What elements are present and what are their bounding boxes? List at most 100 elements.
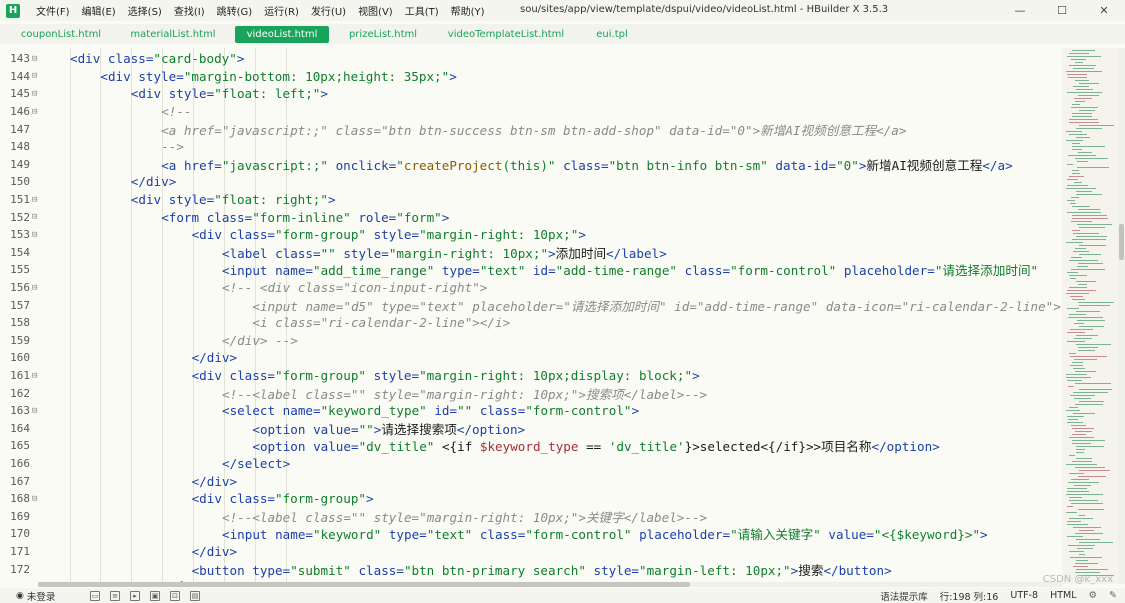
code-line[interactable]: 144 ⊟ <div style="margin-bottom: 10px;heig… <box>0 68 1062 86</box>
output-icon[interactable]: ⊡ <box>170 590 180 601</box>
line-number[interactable]: 152 <box>0 211 30 224</box>
fold-toggle-icon[interactable]: ⊟ <box>32 89 40 98</box>
code-line[interactable]: 150 </div> <box>0 173 1062 191</box>
code-line[interactable]: 157 <input name="d5" type="text" placehol… <box>0 296 1062 314</box>
code-line[interactable]: 155 <input name="add_time_range" type="te… <box>0 261 1062 279</box>
fold-toggle-icon[interactable]: ⊟ <box>32 195 40 204</box>
fold-toggle-icon[interactable]: ⊟ <box>32 283 40 292</box>
minimap[interactable] <box>1062 48 1118 584</box>
line-number[interactable]: 150 <box>0 175 30 188</box>
code-line[interactable]: 158 <i class="ri-calendar-2-line"></i> <box>0 314 1062 332</box>
code-line[interactable]: 148 --> <box>0 138 1062 156</box>
console-icon[interactable]: ▣ <box>150 590 160 601</box>
line-number[interactable]: 148 <box>0 140 30 153</box>
horizontal-scroll-thumb[interactable] <box>38 582 690 587</box>
code-line[interactable]: 149 <a href="javascript:;" onclick="creat… <box>0 156 1062 174</box>
code-line[interactable]: 156 ⊟ <!-- <div class="icon-input-right"> <box>0 279 1062 297</box>
line-number[interactable]: 153 <box>0 228 30 241</box>
code-line[interactable]: 146 ⊟ <!-- <box>0 103 1062 121</box>
line-number[interactable]: 149 <box>0 158 30 171</box>
code-line[interactable]: 166 </select> <box>0 455 1062 473</box>
line-number[interactable]: 155 <box>0 263 30 276</box>
menu-item[interactable]: 视图(V) <box>352 3 399 18</box>
fold-toggle-icon[interactable]: ⊟ <box>32 406 40 415</box>
code-line[interactable]: 161 ⊟ <div class="form-group" style="margi… <box>0 367 1062 385</box>
line-number[interactable]: 159 <box>0 334 30 347</box>
fold-toggle-icon[interactable]: ⊟ <box>32 54 40 63</box>
code-line[interactable]: 170 <input name="keyword" type="text" cla… <box>0 525 1062 543</box>
document-icon[interactable]: ≡ <box>110 590 120 601</box>
code-editor[interactable]: 143 ⊟ <div class="card-body"> 144 ⊟ <div styl… <box>0 48 1062 584</box>
menu-item[interactable]: 编辑(E) <box>76 3 122 18</box>
line-number[interactable]: 146 <box>0 105 30 118</box>
fold-toggle-icon[interactable]: ⊟ <box>32 107 40 116</box>
code-line[interactable]: 169 <!--<label class="" style="margin-rig… <box>0 508 1062 526</box>
fold-toggle-icon[interactable]: ⊟ <box>32 72 40 81</box>
line-number[interactable]: 163 <box>0 404 30 417</box>
line-number[interactable]: 160 <box>0 351 30 364</box>
menu-item[interactable]: 运行(R) <box>258 3 305 18</box>
code-line[interactable]: 167 </div> <box>0 472 1062 490</box>
terminal-icon[interactable]: ▸ <box>130 590 140 601</box>
line-number[interactable]: 144 <box>0 70 30 83</box>
code-line[interactable]: 165 <option value="dv_title" <{if $keywor… <box>0 437 1062 455</box>
code-line[interactable]: 152 ⊟ <form class="form-inline" role="form… <box>0 208 1062 226</box>
line-number[interactable]: 156 <box>0 281 30 294</box>
line-number[interactable]: 147 <box>0 123 30 136</box>
syntax-hint-library[interactable]: 语法提示库 <box>880 589 928 603</box>
code-line[interactable]: 172 <button type="submit" class="btn btn-… <box>0 560 1062 578</box>
code-line[interactable]: 162 <!--<label class="" style="margin-rig… <box>0 384 1062 402</box>
code-line[interactable]: 163 ⊟ <select name="keyword_type" id="" cl… <box>0 402 1062 420</box>
line-number[interactable]: 169 <box>0 510 30 523</box>
line-number[interactable]: 162 <box>0 387 30 400</box>
tab-prizelist-html[interactable]: prizeList.html <box>344 26 422 43</box>
tab-materiallist-html[interactable]: materialList.html <box>128 26 218 43</box>
code-line[interactable]: 151 ⊟ <div style="float: right;"> <box>0 191 1062 209</box>
line-number[interactable]: 151 <box>0 193 30 206</box>
fold-toggle-icon[interactable]: ⊟ <box>32 230 40 239</box>
line-number[interactable]: 158 <box>0 316 30 329</box>
login-status[interactable]: ◉ 未登录 <box>16 589 55 603</box>
code-line[interactable]: 147 <a href="javascript:;" class="btn btn… <box>0 120 1062 138</box>
code-line[interactable]: 159 </div> --> <box>0 332 1062 350</box>
code-line[interactable]: 145 ⊟ <div style="float: left;"> <box>0 85 1062 103</box>
menu-item[interactable]: 发行(U) <box>305 3 352 18</box>
code-line[interactable]: 164 <option value="">请选择搜索项</option> <box>0 420 1062 438</box>
code-line[interactable]: 160 </div> <box>0 349 1062 367</box>
code-line[interactable]: 171 </div> <box>0 543 1062 561</box>
fold-toggle-icon[interactable]: ⊟ <box>32 371 40 380</box>
line-number[interactable]: 166 <box>0 457 30 470</box>
menu-item[interactable]: 帮助(Y) <box>445 3 491 18</box>
line-number[interactable]: 143 <box>0 52 30 65</box>
menu-item[interactable]: 查找(I) <box>168 3 211 18</box>
line-number[interactable]: 171 <box>0 545 30 558</box>
menu-item[interactable]: 文件(F) <box>30 3 76 18</box>
line-number[interactable]: 172 <box>0 563 30 576</box>
cursor-position[interactable]: 行:198 列:16 <box>940 589 999 603</box>
tab-eui-tpl[interactable]: eui.tpl <box>594 26 630 43</box>
panel-icon[interactable]: ▤ <box>190 590 200 601</box>
code-line[interactable]: 153 ⊟ <div class="form-group" style="margi… <box>0 226 1062 244</box>
line-number[interactable]: 167 <box>0 475 30 488</box>
code-line[interactable]: 154 <label class="" style="margin-right: … <box>0 244 1062 262</box>
line-number[interactable]: 145 <box>0 87 30 100</box>
minimize-button[interactable]: — <box>999 0 1041 21</box>
line-number[interactable]: 164 <box>0 422 30 435</box>
line-number[interactable]: 165 <box>0 439 30 452</box>
tab-videotemplatelist-html[interactable]: videoTemplateList.html <box>442 26 570 43</box>
line-number[interactable]: 161 <box>0 369 30 382</box>
code-line[interactable]: 143 ⊟ <div class="card-body"> <box>0 50 1062 68</box>
vertical-scrollbar[interactable] <box>1118 48 1125 584</box>
menu-item[interactable]: 工具(T) <box>399 3 445 18</box>
file-encoding[interactable]: UTF-8 <box>1010 590 1038 601</box>
close-button[interactable]: ✕ <box>1083 0 1125 21</box>
maximize-button[interactable]: ☐ <box>1041 0 1083 21</box>
line-number[interactable]: 170 <box>0 527 30 540</box>
menu-item[interactable]: 跳转(G) <box>211 3 259 18</box>
language-mode[interactable]: HTML <box>1050 590 1076 601</box>
vertical-scroll-thumb[interactable] <box>1119 224 1124 260</box>
line-number[interactable]: 168 <box>0 492 30 505</box>
line-number[interactable]: 154 <box>0 246 30 259</box>
file-icon[interactable]: ▭ <box>90 590 100 601</box>
menu-item[interactable]: 选择(S) <box>122 3 168 18</box>
